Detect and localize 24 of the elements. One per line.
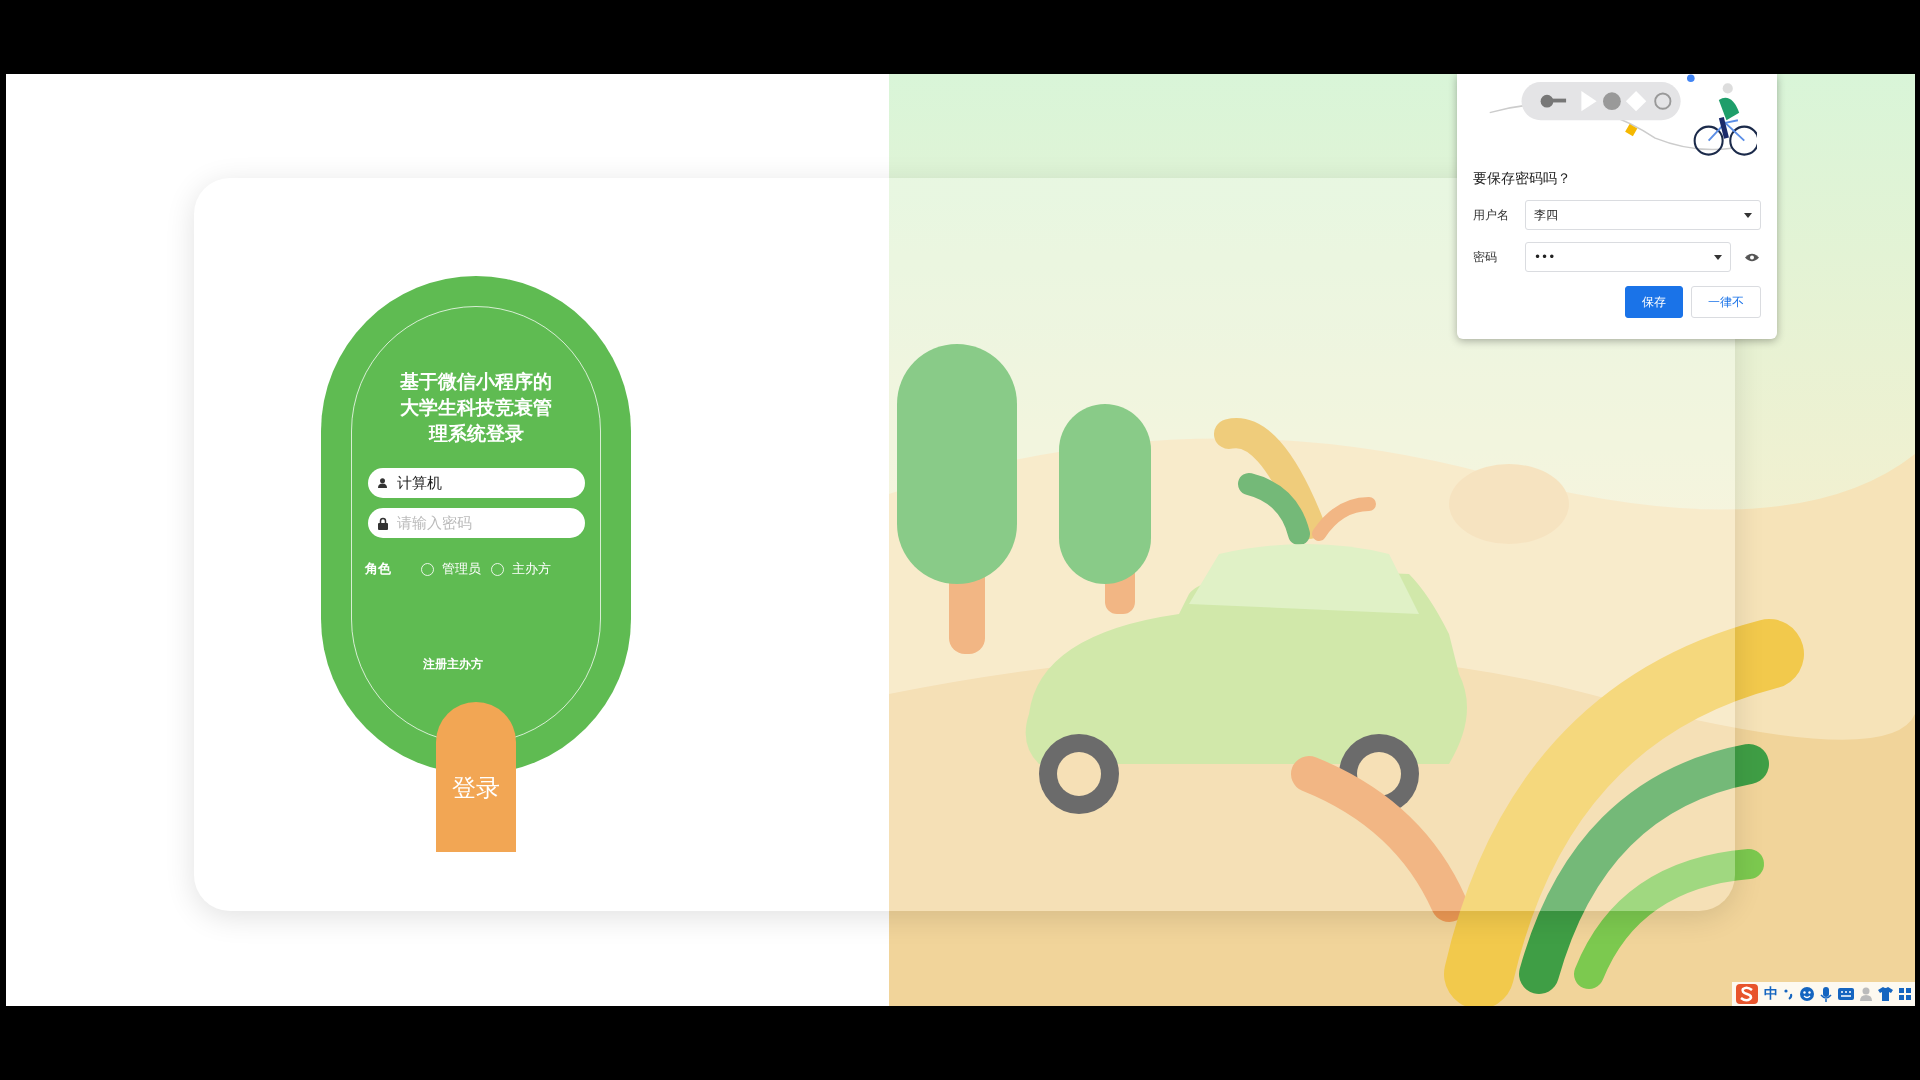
password-field[interactable]: 请输入密码: [367, 508, 585, 538]
login-title: 基于微信小程序的大学生科技竞衰管理系统登录: [399, 369, 553, 446]
emoji-icon[interactable]: [1800, 987, 1814, 1001]
password-select[interactable]: •••: [1525, 242, 1731, 272]
microphone-icon[interactable]: [1820, 986, 1832, 1002]
punctuation-icon[interactable]: [1784, 988, 1794, 1000]
eye-icon[interactable]: [1745, 252, 1759, 262]
password-label: 密码: [1473, 248, 1498, 266]
ime-logo-icon[interactable]: [1736, 984, 1758, 1004]
username-select[interactable]: 李四: [1525, 200, 1761, 230]
never-button[interactable]: 一律不: [1691, 286, 1761, 318]
keyboard-icon[interactable]: [1838, 988, 1854, 1000]
dialog-title: 要保存密码吗？: [1473, 170, 1572, 188]
shirt-icon[interactable]: [1878, 987, 1893, 1001]
grid-icon[interactable]: [1899, 988, 1911, 1000]
username-field[interactable]: 计算机: [367, 468, 585, 498]
lock-icon: [377, 516, 388, 530]
user-icon: [377, 478, 387, 488]
ime-mode[interactable]: 中: [1764, 985, 1778, 1003]
username-label: 用户名: [1473, 206, 1510, 224]
caret-icon: [1714, 254, 1722, 260]
role-label: 角色: [365, 560, 392, 578]
save-button[interactable]: 保存: [1625, 286, 1683, 318]
caret-icon: [1744, 212, 1752, 218]
